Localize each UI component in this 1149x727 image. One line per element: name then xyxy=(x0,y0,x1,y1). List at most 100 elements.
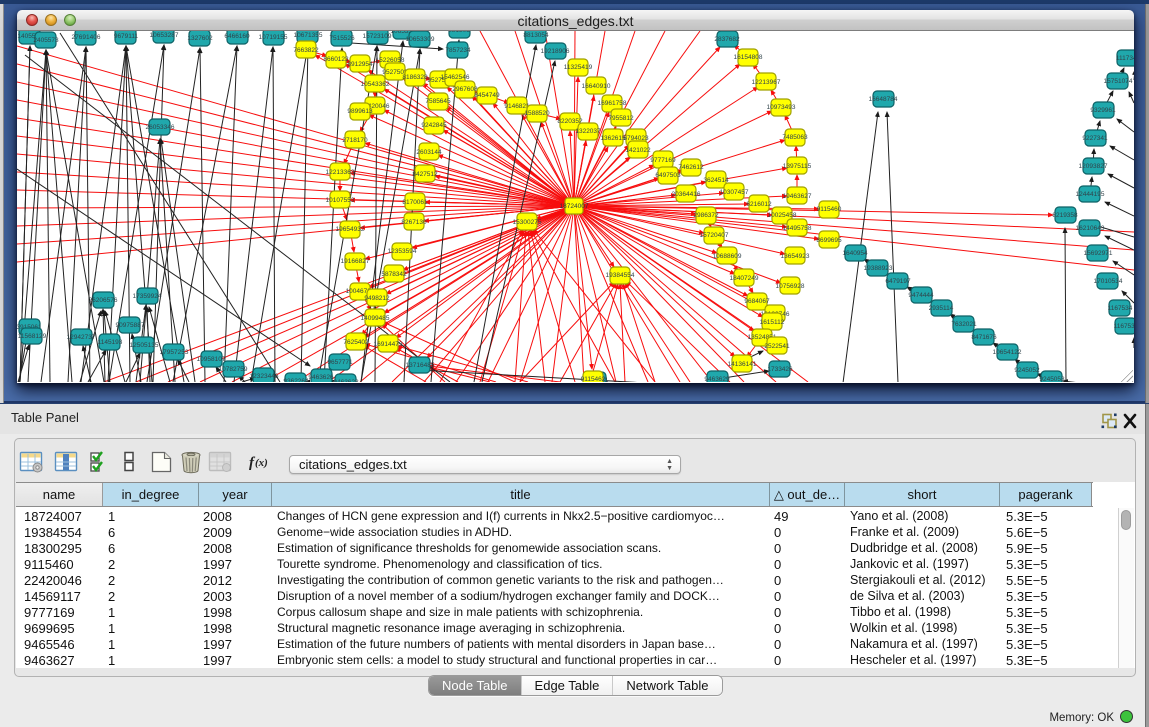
svg-text:16154808: 16154808 xyxy=(734,54,763,61)
svg-text:19463627: 19463627 xyxy=(783,193,812,200)
svg-text:9474444: 9474444 xyxy=(908,292,934,299)
svg-text:12942737: 12942737 xyxy=(67,334,96,341)
svg-text:2603144: 2603144 xyxy=(416,149,442,156)
svg-text:19384554: 19384554 xyxy=(606,272,635,279)
svg-text:19388923: 19388923 xyxy=(864,265,893,272)
svg-text:27691406: 27691406 xyxy=(72,34,101,41)
svg-text:2522541: 2522541 xyxy=(764,343,790,350)
svg-text:2405573: 2405573 xyxy=(33,37,59,44)
svg-text:17957253: 17957253 xyxy=(160,349,189,356)
svg-text:1322037: 1322037 xyxy=(575,128,601,135)
svg-text:8912954: 8912954 xyxy=(347,61,373,68)
svg-text:12093827: 12093827 xyxy=(1079,163,1108,170)
svg-text:6466160: 6466160 xyxy=(224,33,250,40)
svg-text:9463629: 9463629 xyxy=(704,376,730,382)
svg-text:13975115: 13975115 xyxy=(783,163,812,170)
svg-text:10782759: 10782759 xyxy=(219,366,248,373)
svg-text:12444195: 12444195 xyxy=(1076,191,1105,198)
svg-text:16914479: 16914479 xyxy=(374,341,403,348)
svg-text:7585645: 7585645 xyxy=(425,98,451,105)
svg-text:1640954: 1640954 xyxy=(842,250,868,257)
svg-text:7663822: 7663822 xyxy=(293,47,319,54)
svg-text:10958107: 10958107 xyxy=(197,356,226,363)
svg-text:20364416: 20364416 xyxy=(672,191,701,198)
svg-text:2837682: 2837682 xyxy=(714,36,740,43)
svg-text:10719155: 10719155 xyxy=(259,34,288,41)
svg-text:17359924: 17359924 xyxy=(133,293,162,300)
svg-text:881305: 881305 xyxy=(448,31,470,34)
svg-text:26206576: 26206576 xyxy=(89,297,118,304)
svg-text:11325419: 11325419 xyxy=(564,64,593,71)
svg-text:10671355: 10671355 xyxy=(294,32,323,39)
svg-text:13654923: 13654923 xyxy=(781,253,810,260)
svg-text:9245052: 9245052 xyxy=(1014,367,1040,374)
svg-text:15462546: 15462546 xyxy=(441,74,470,81)
svg-text:9684067: 9684067 xyxy=(744,298,770,305)
svg-text:14099485: 14099485 xyxy=(361,315,390,322)
svg-text:9245053: 9245053 xyxy=(1039,376,1065,382)
svg-text:90975887: 90975887 xyxy=(116,322,145,329)
svg-text:8813054: 8813054 xyxy=(523,32,549,39)
svg-text:10756928: 10756928 xyxy=(776,283,805,290)
svg-text:9242845: 9242845 xyxy=(421,122,447,129)
svg-text:8170061: 8170061 xyxy=(402,199,428,206)
svg-text:1362615: 1362615 xyxy=(600,135,626,142)
svg-text:1145193: 1145193 xyxy=(98,339,123,346)
svg-text:19654932: 19654932 xyxy=(336,226,365,233)
svg-text:15720407: 15720407 xyxy=(700,232,729,239)
svg-text:8186328: 8186328 xyxy=(402,74,428,81)
svg-text:18724007: 18724007 xyxy=(560,203,589,210)
svg-text:5878342: 5878342 xyxy=(381,271,407,278)
svg-text:12213967: 12213967 xyxy=(752,79,781,86)
svg-text:8699695: 8699695 xyxy=(816,237,842,244)
svg-text:14495758: 14495758 xyxy=(783,225,812,232)
svg-text:9329961: 9329961 xyxy=(1090,107,1116,114)
svg-text:12323446: 12323446 xyxy=(250,373,279,380)
svg-text:10107553: 10107553 xyxy=(326,197,355,204)
svg-text:10973493: 10973493 xyxy=(767,104,796,111)
svg-text:11568129: 11568129 xyxy=(18,333,47,340)
svg-text:8219358: 8219358 xyxy=(1052,212,1078,219)
svg-text:8267130: 8267130 xyxy=(401,219,427,226)
svg-text:8454749: 8454749 xyxy=(474,92,500,99)
svg-text:2935114: 2935114 xyxy=(929,305,954,312)
svg-text:3624514: 3624514 xyxy=(703,177,729,184)
svg-text:10653287: 10653287 xyxy=(150,32,179,39)
svg-text:10025458: 10025458 xyxy=(768,212,797,219)
svg-text:8471676: 8471676 xyxy=(971,334,997,341)
svg-text:9899613: 9899613 xyxy=(347,108,373,115)
svg-text:7857234: 7857234 xyxy=(445,47,471,54)
svg-text:1588520: 1588520 xyxy=(524,110,550,117)
svg-text:1117345: 1117345 xyxy=(1116,55,1134,62)
svg-text:19166827: 19166827 xyxy=(341,258,370,265)
svg-text:10688609: 10688609 xyxy=(713,253,742,260)
svg-text:16648784: 16648784 xyxy=(869,96,898,103)
svg-text:13716485: 13716485 xyxy=(406,362,435,369)
svg-text:16210643: 16210643 xyxy=(1076,225,1105,232)
svg-text:18407249: 18407249 xyxy=(730,275,759,282)
svg-text:9146821: 9146821 xyxy=(504,103,530,110)
svg-text:10654122: 10654122 xyxy=(993,349,1022,356)
svg-text:2718170: 2718170 xyxy=(342,137,368,144)
svg-text:9657771: 9657771 xyxy=(327,359,353,366)
svg-text:9679111: 9679111 xyxy=(114,33,139,40)
svg-text:7632021: 7632021 xyxy=(951,321,977,328)
svg-text:16640910: 16640910 xyxy=(582,83,611,90)
svg-text:15751074: 15751074 xyxy=(1104,78,1133,85)
svg-text:9115462: 9115462 xyxy=(581,376,606,382)
svg-text:19218906: 19218906 xyxy=(541,48,570,55)
svg-text:7955812: 7955812 xyxy=(608,115,634,122)
svg-text:9463628: 9463628 xyxy=(333,379,359,382)
svg-text:10543362: 10543362 xyxy=(361,81,390,88)
svg-text:8660123: 8660123 xyxy=(323,56,349,63)
svg-text:7515526: 7515526 xyxy=(329,35,355,42)
svg-text:26053346: 26053346 xyxy=(146,124,175,131)
svg-text:1167534: 1167534 xyxy=(1108,305,1133,312)
svg-text:9362264: 9362264 xyxy=(283,378,309,382)
svg-text:9115460: 9115460 xyxy=(817,206,842,213)
svg-text:1733426: 1733426 xyxy=(767,366,793,373)
svg-text:12505135: 12505135 xyxy=(130,342,159,349)
svg-text:10307457: 10307457 xyxy=(720,189,749,196)
svg-text:9227341: 9227341 xyxy=(1082,135,1108,142)
svg-text:7462612: 7462612 xyxy=(678,164,704,171)
